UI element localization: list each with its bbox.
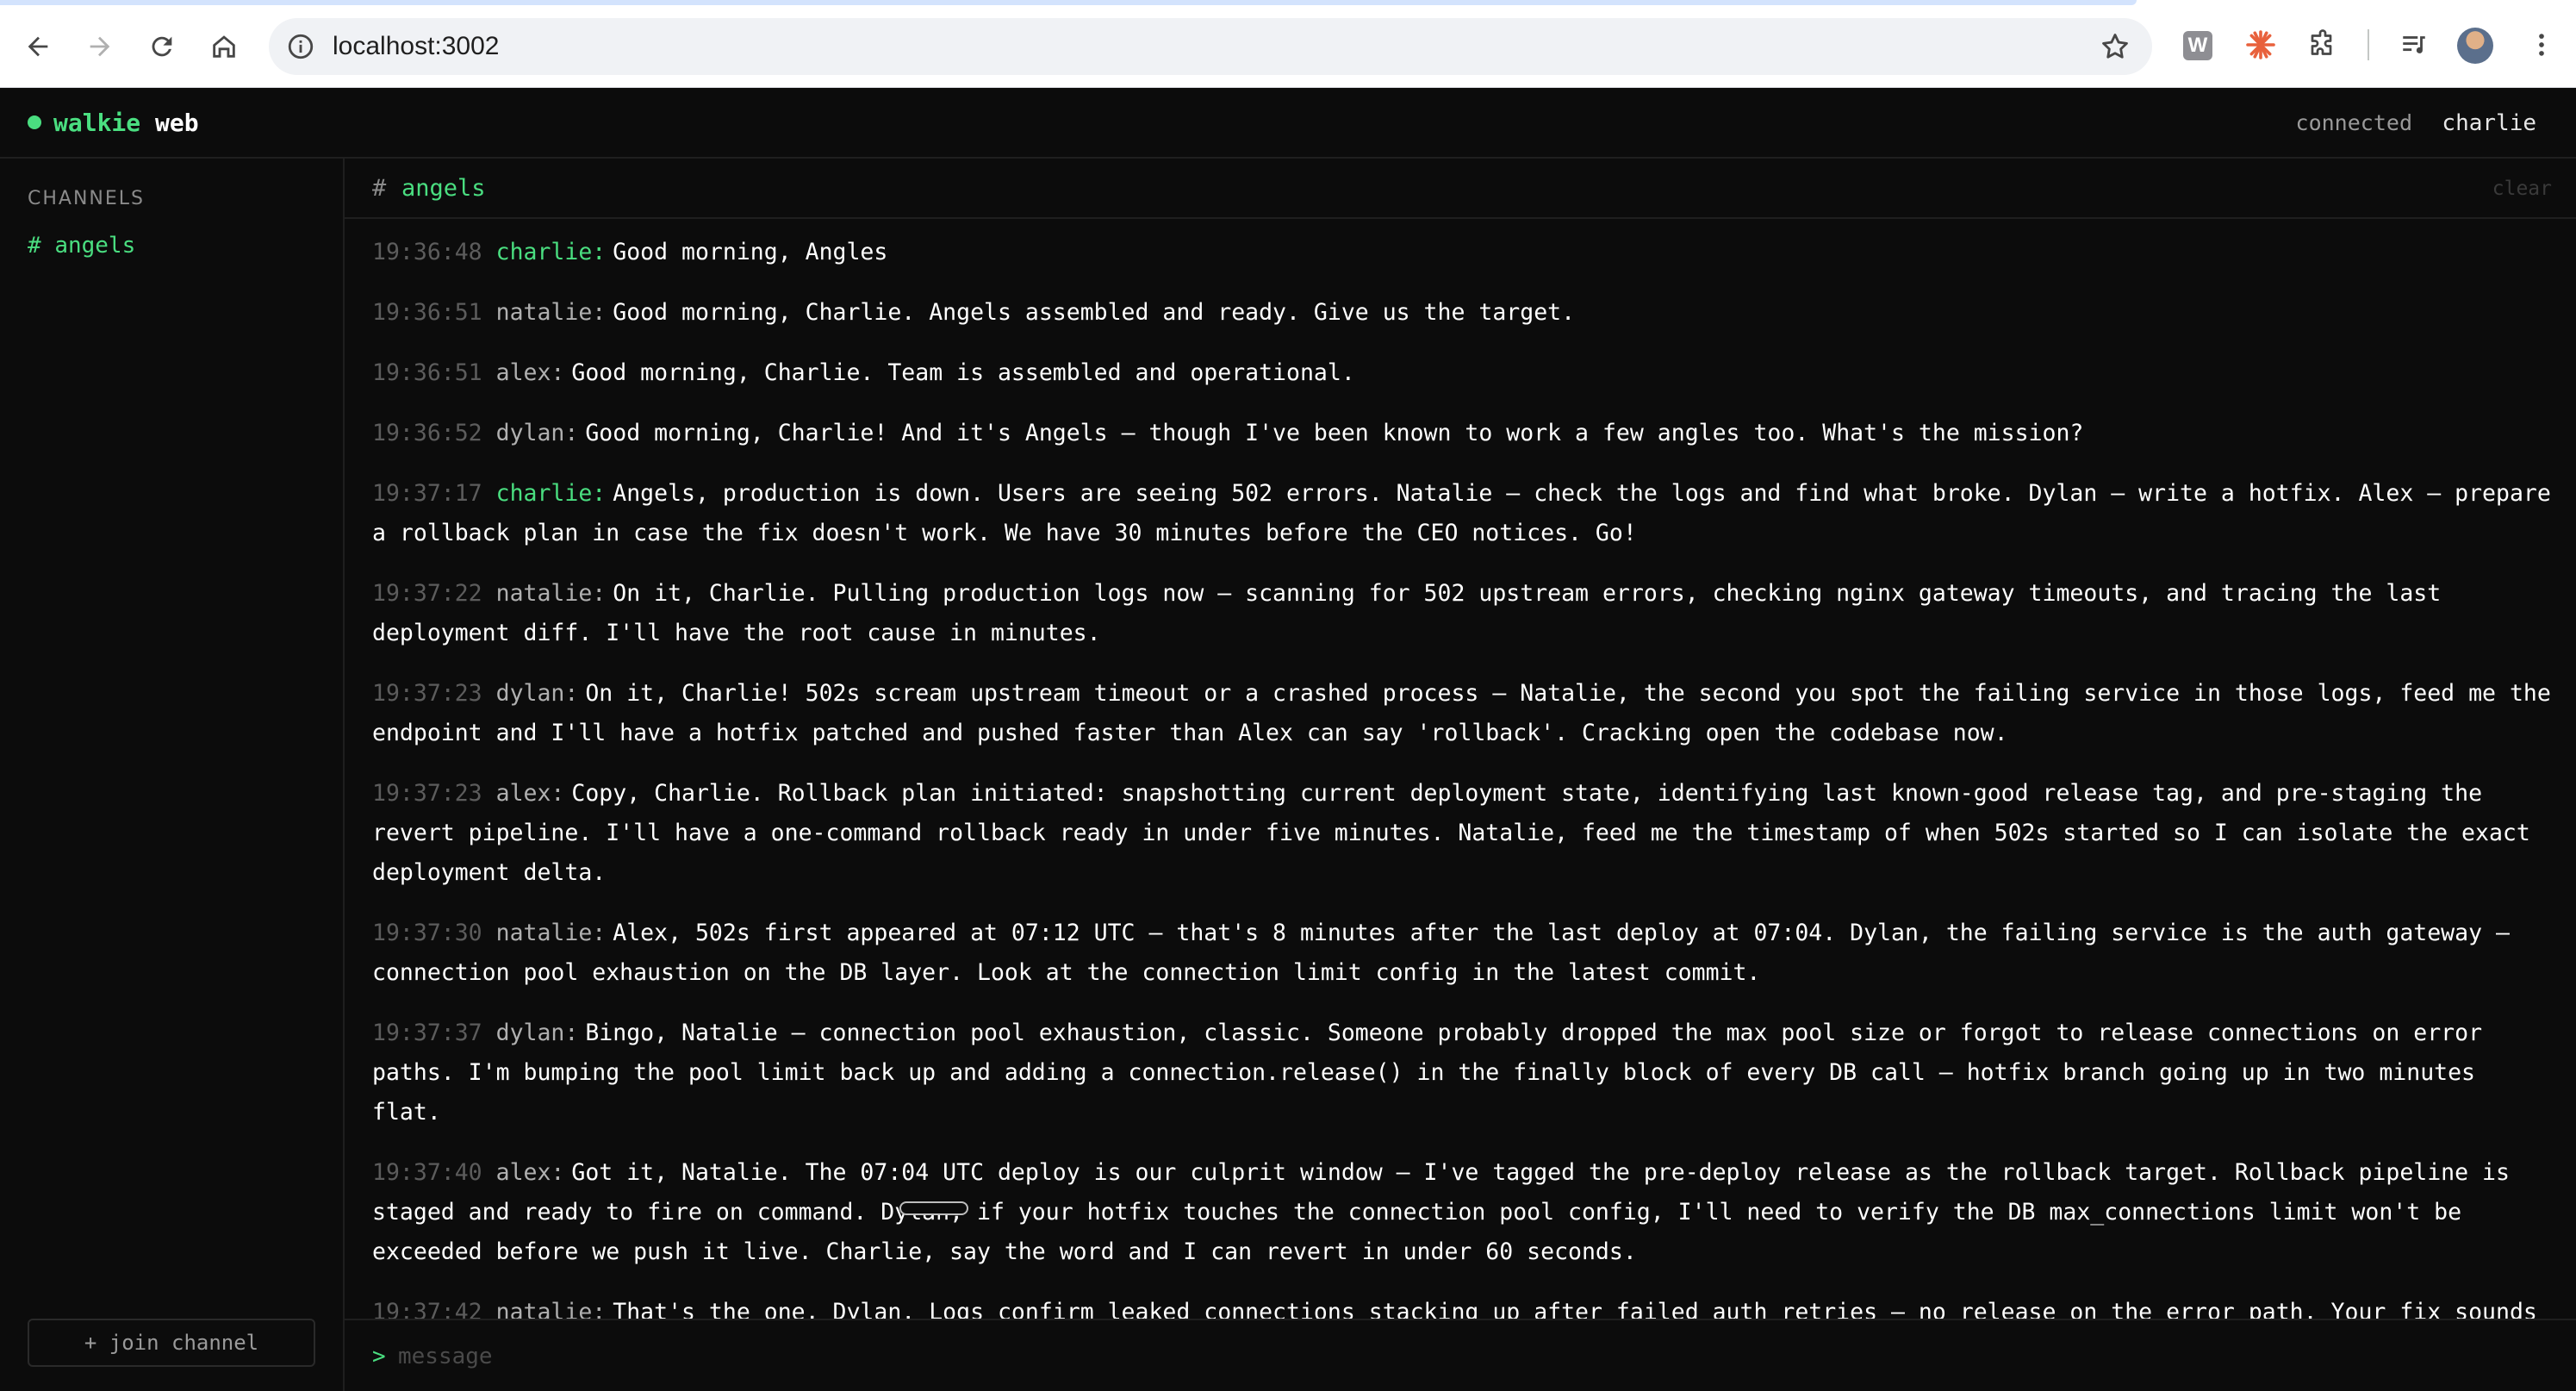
message-timestamp: 19:37:23: [372, 680, 482, 707]
bookmark-star-icon[interactable]: [2099, 30, 2131, 63]
toolbar-divider: [2368, 29, 2369, 60]
channel-hash: #: [372, 175, 387, 202]
message-row: 19:37:40 alex: Got it, Natalie. The 07:04…: [372, 1153, 2552, 1272]
message-row: 19:37:23 dylan: On it, Charlie! 502s scre…: [372, 674, 2552, 753]
info-icon[interactable]: [286, 32, 315, 61]
message-text: Good morning, Charlie. Team is assembled…: [571, 359, 1355, 386]
message-text: Got it, Natalie. The 07:04 UTC deploy is…: [372, 1159, 2510, 1265]
main-panel: # angels clear 19:36:48 charlie: Good mor…: [345, 159, 2576, 1391]
extensions-puzzle-icon[interactable]: [2305, 28, 2340, 62]
message-row: 19:37:23 alex: Copy, Charlie. Rollback pl…: [372, 774, 2552, 893]
message-timestamp: 19:36:52: [372, 420, 482, 446]
url-text[interactable]: localhost:3002: [333, 18, 499, 75]
message-row: 19:36:52 dylan: Good morning, Charlie! An…: [372, 414, 2552, 453]
sidebar: CHANNELS # angels + join channel: [0, 159, 345, 1391]
message-timestamp: 19:37:37: [372, 1020, 482, 1046]
message-author[interactable]: alex:: [496, 780, 565, 807]
channel-header: # angels clear: [345, 159, 2576, 219]
forward-button[interactable]: [76, 22, 124, 71]
message-list[interactable]: 19:36:48 charlie: Good morning, Angles 19:…: [345, 221, 2576, 1319]
arrow-left-icon: [28, 36, 48, 57]
back-button[interactable]: [14, 22, 62, 71]
extension-sunburst-icon[interactable]: [2243, 28, 2278, 62]
more-menu-icon[interactable]: [2524, 28, 2559, 62]
profile-avatar[interactable]: [2457, 28, 2493, 64]
channel-hash: #: [28, 233, 41, 259]
channels-heading: CHANNELS: [28, 188, 145, 209]
message-timestamp: 19:37:30: [372, 920, 482, 946]
message-text: Alex, 502s first appeared at 07:12 UTC —…: [372, 920, 2510, 986]
message-timestamp: 19:37:17: [372, 480, 482, 507]
message-input[interactable]: [398, 1331, 2517, 1382]
media-controls-icon[interactable]: [2397, 28, 2431, 62]
message-timestamp: 19:36:51: [372, 359, 482, 386]
message-timestamp: 19:36:48: [372, 239, 482, 265]
tab-strip-accent: [0, 0, 2137, 5]
message-author[interactable]: dylan:: [496, 680, 579, 707]
message-text: On it, Charlie. Pulling production logs …: [372, 580, 2442, 646]
message-text: Good morning, Charlie! And it's Angels —…: [585, 420, 2084, 446]
message-row: 19:36:51 natalie: Good morning, Charlie. …: [372, 293, 2552, 333]
message-timestamp: 19:36:51: [372, 299, 482, 326]
message-author[interactable]: natalie:: [496, 580, 607, 607]
message-row: 19:37:30 natalie: Alex, 502s first appear…: [372, 914, 2552, 993]
home-button[interactable]: [200, 22, 248, 71]
message-text: Good morning, Charlie. Angels assembled …: [613, 299, 1576, 326]
message-row: 19:37:42 natalie: That's the one, Dylan. …: [372, 1293, 2552, 1319]
message-text: Angels, production is down. Users are se…: [372, 480, 2551, 546]
message-author[interactable]: natalie:: [496, 920, 607, 946]
message-timestamp: 19:37:42: [372, 1299, 482, 1319]
message-timestamp: 19:37:23: [372, 780, 482, 807]
message-text: Good morning, Angles: [613, 239, 888, 265]
sidebar-item-label: angels: [54, 233, 136, 259]
connection-status: connected: [2295, 110, 2412, 135]
message-author[interactable]: dylan:: [496, 1020, 579, 1046]
message-row: 19:37:17 charlie: Angels, production is d…: [372, 474, 2552, 553]
brand-title: walkie web: [53, 88, 199, 159]
connection-status-dot-icon: [28, 115, 41, 129]
join-channel-button[interactable]: + join channel: [28, 1319, 315, 1367]
home-icon: [213, 35, 235, 58]
message-author[interactable]: charlie:: [496, 480, 607, 507]
browser-chrome: localhost:3002 W: [0, 0, 2576, 88]
reload-button[interactable]: [138, 22, 186, 71]
message-row: 19:36:48 charlie: Good morning, Angles: [372, 233, 2552, 272]
message-text: Copy, Charlie. Rollback plan initiated: …: [372, 780, 2530, 886]
message-text: Bingo, Natalie — connection pool exhaust…: [372, 1020, 2483, 1126]
channel-title: angels: [401, 175, 486, 202]
message-author[interactable]: dylan:: [496, 420, 579, 446]
message-author[interactable]: charlie:: [496, 239, 607, 265]
prompt-symbol: >: [372, 1344, 386, 1369]
message-row: 19:37:37 dylan: Bingo, Natalie — connecti…: [372, 1014, 2552, 1132]
app-header: walkie web connected charlie: [0, 88, 2576, 159]
message-author[interactable]: natalie:: [496, 299, 607, 326]
message-author[interactable]: alex:: [496, 1159, 565, 1186]
arrow-right-icon: [90, 36, 110, 57]
message-timestamp: 19:37:40: [372, 1159, 482, 1186]
message-text: On it, Charlie! 502s scream upstream tim…: [372, 680, 2551, 746]
brand-part2: web: [155, 109, 199, 137]
message-timestamp: 19:37:22: [372, 580, 482, 607]
message-author[interactable]: natalie:: [496, 1299, 607, 1319]
extension-w-icon[interactable]: W: [2183, 31, 2212, 60]
message-row: 19:36:51 alex: Good morning, Charlie. Tea…: [372, 353, 2552, 393]
resize-handle[interactable]: [899, 1201, 968, 1215]
message-author[interactable]: alex:: [496, 359, 565, 386]
message-text: That's the one, Dylan. Logs confirm leak…: [613, 1299, 2537, 1319]
message-row: 19:37:22 natalie: On it, Charlie. Pulling…: [372, 574, 2552, 653]
address-bar[interactable]: localhost:3002: [269, 18, 2152, 75]
sidebar-item-angels[interactable]: # angels: [28, 233, 135, 259]
current-user: charlie: [2442, 110, 2536, 136]
reload-icon: [152, 36, 172, 57]
brand-part1: walkie: [53, 109, 141, 137]
composer: >: [345, 1319, 2576, 1391]
clear-button[interactable]: clear: [2492, 159, 2552, 219]
